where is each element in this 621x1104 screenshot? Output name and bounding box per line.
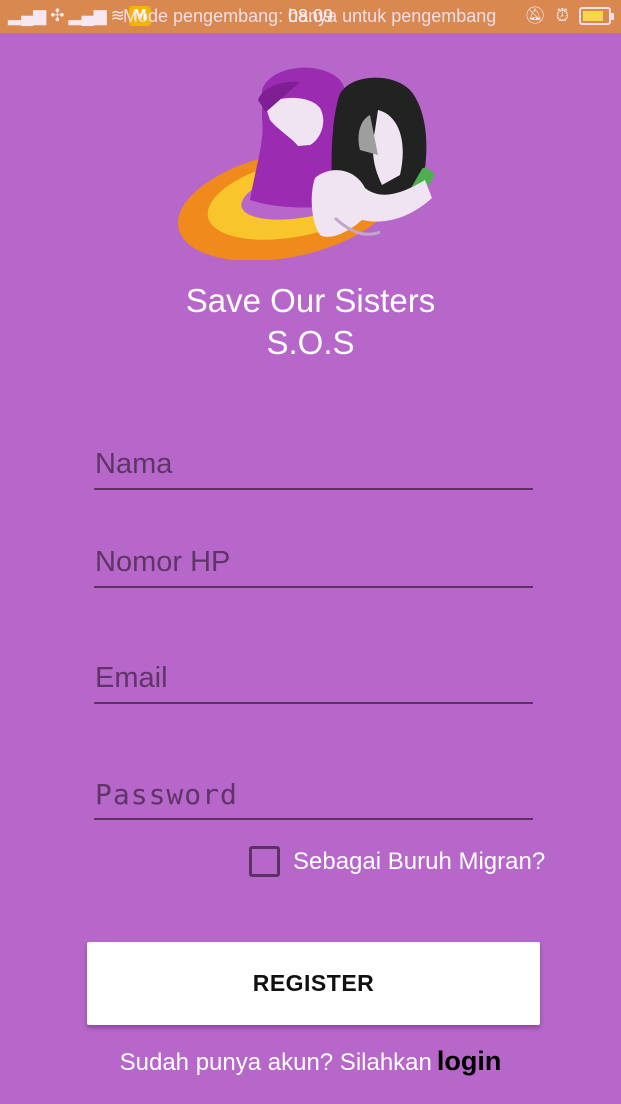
migrant-checkbox-label[interactable]: Sebagai Buruh Migran?	[293, 848, 545, 876]
login-prompt: Sudah punya akun? Silahkan login	[0, 1046, 621, 1077]
status-icons-right: 🔕︎ ⏰︎	[524, 5, 614, 27]
status-bar: ▂▄▆ ✣ ▂▄▆ ≋ M Mode pengembang: hanya unt…	[0, 0, 621, 33]
signal-icon: ▂▄▆	[68, 6, 107, 25]
migrant-checkbox-row[interactable]: Sebagai Buruh Migran?	[249, 846, 545, 877]
app-logo	[177, 67, 435, 260]
register-button[interactable]: REGISTER	[87, 942, 540, 1025]
login-prompt-text: Sudah punya akun? Silahkan	[119, 1049, 432, 1076]
email-field	[94, 654, 533, 704]
alarm-icon: ⏰︎	[555, 6, 569, 25]
battery-icon	[579, 7, 614, 25]
name-field	[94, 440, 533, 490]
app-title: Save Our Sisters	[185, 282, 436, 319]
name-input[interactable]	[94, 440, 533, 488]
signal-icon: ▂▄▆	[8, 6, 47, 25]
phone-field	[94, 538, 533, 588]
phone-input[interactable]	[94, 538, 533, 586]
bell-off-icon: 🔕︎	[524, 6, 546, 25]
status-time: 08.09	[288, 6, 334, 26]
sync-icon: ✣	[50, 6, 65, 25]
migrant-checkbox[interactable]	[249, 846, 280, 877]
login-link[interactable]: login	[437, 1046, 501, 1076]
app-subtitle: S.O.S	[266, 324, 355, 361]
password-field	[94, 770, 533, 820]
email-input[interactable]	[94, 654, 533, 702]
password-input[interactable]	[94, 770, 533, 818]
